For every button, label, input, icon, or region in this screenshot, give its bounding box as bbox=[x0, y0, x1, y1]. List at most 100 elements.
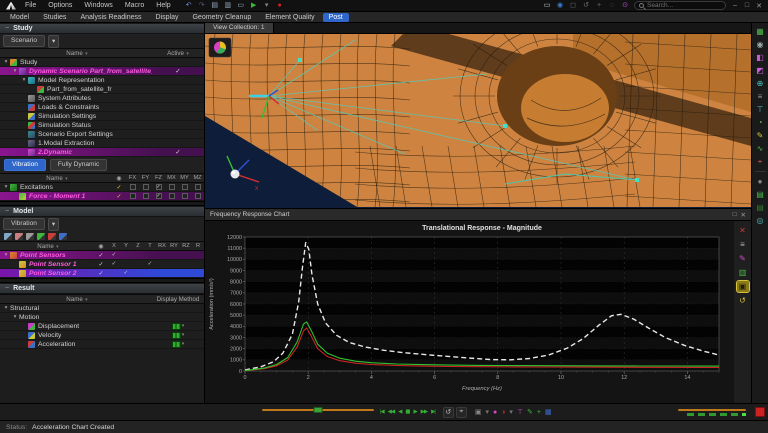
text-probe-icon[interactable]: ⊤ bbox=[517, 408, 523, 416]
excitation-row[interactable]: ▾Excitations✓✓ bbox=[0, 183, 204, 192]
dof-cell-mz[interactable] bbox=[191, 184, 204, 190]
record-icon[interactable]: ● bbox=[275, 1, 285, 10]
dof-cell-mx[interactable] bbox=[165, 193, 178, 199]
add-icon[interactable]: + bbox=[537, 409, 541, 416]
tree-row[interactable]: System Attributes bbox=[0, 94, 204, 103]
globe-icon[interactable]: ◎ bbox=[754, 215, 767, 226]
tab-model[interactable]: Model bbox=[4, 13, 35, 22]
sensor-row[interactable]: ▾Point Sensors✓✓ bbox=[0, 251, 204, 260]
pan-icon[interactable]: + bbox=[594, 1, 604, 10]
response-curve-icon[interactable]: ∿ bbox=[754, 143, 767, 154]
chart-display-icon[interactable] bbox=[172, 323, 181, 330]
filter-caret-icon[interactable]: ▾ bbox=[84, 51, 88, 57]
shade-caret-icon[interactable]: ▾ bbox=[485, 408, 489, 416]
chart-close-button[interactable]: ✕ bbox=[741, 211, 746, 219]
dof-checkbox[interactable] bbox=[182, 184, 188, 190]
tab-geometry-cleanup[interactable]: Geometry Cleanup bbox=[186, 13, 257, 22]
dof-cell-fy[interactable] bbox=[139, 193, 152, 199]
curve-list-icon[interactable]: ≡ bbox=[737, 239, 749, 250]
triad-toggle-icon[interactable]: ⌖ bbox=[456, 407, 467, 418]
tab-post[interactable]: Post bbox=[323, 13, 349, 22]
display-method-cell[interactable]: ▾ bbox=[152, 332, 204, 339]
filter-caret-icon[interactable]: ▾ bbox=[84, 297, 88, 303]
result-row[interactable]: Velocity▾ bbox=[0, 331, 204, 340]
tab-analysis-readiness[interactable]: Analysis Readiness bbox=[74, 13, 147, 22]
assistant-icon[interactable]: ⊙ bbox=[620, 1, 630, 10]
layers-icon[interactable]: ▤ bbox=[754, 189, 767, 200]
visibility-check[interactable]: ✓ bbox=[112, 193, 126, 200]
triad-icon[interactable]: ⊕ bbox=[754, 78, 767, 89]
axes-icon[interactable]: ⌖ bbox=[754, 156, 767, 167]
fully-dynamic-button[interactable]: Fully Dynamic bbox=[50, 159, 107, 171]
tree-row[interactable]: Simulation Settings bbox=[0, 112, 204, 121]
component-check-x[interactable]: ✓ bbox=[108, 261, 120, 267]
expand-caret-icon[interactable]: ▾ bbox=[20, 77, 28, 83]
sphere-icon[interactable]: ● bbox=[754, 176, 767, 187]
fit-view-icon[interactable]: ◻ bbox=[568, 1, 578, 10]
search-input[interactable] bbox=[647, 2, 717, 9]
close-button[interactable]: ✕ bbox=[754, 2, 764, 10]
active-check[interactable]: ✓ bbox=[152, 148, 204, 156]
component-check-t[interactable]: ✓ bbox=[144, 261, 156, 267]
method-caret-icon[interactable]: ▾ bbox=[182, 332, 185, 338]
dof-checkbox[interactable] bbox=[143, 193, 149, 199]
expand-caret-icon[interactable]: ▾ bbox=[2, 59, 10, 65]
add-sensor-z-icon[interactable] bbox=[59, 233, 67, 240]
tree-row[interactable]: 1.Modal Extraction bbox=[0, 139, 204, 148]
table-icon[interactable]: ▦ bbox=[545, 408, 552, 416]
filter-caret-icon[interactable]: ▾ bbox=[55, 244, 59, 250]
menu-file[interactable]: File bbox=[20, 2, 41, 9]
section-header-model[interactable]: −Model bbox=[0, 206, 204, 217]
marker-icon[interactable]: ▣ bbox=[737, 281, 749, 292]
dof-cell-my[interactable] bbox=[178, 193, 191, 199]
filter-caret-icon[interactable]: ▾ bbox=[185, 51, 189, 57]
play-button[interactable]: ▶ bbox=[413, 409, 416, 415]
expand-caret-icon[interactable]: ▾ bbox=[2, 184, 10, 190]
skip-start-button[interactable]: |◀ bbox=[380, 409, 384, 415]
dof-cell-my[interactable] bbox=[178, 184, 191, 190]
mesh-display-icon[interactable]: ▦ bbox=[754, 26, 767, 37]
expand-caret-icon[interactable]: ▾ bbox=[2, 305, 10, 311]
dropdown-scenario-button[interactable]: Scenario bbox=[3, 35, 45, 47]
dof-checkbox[interactable] bbox=[195, 193, 201, 199]
expand-caret-icon[interactable]: ▾ bbox=[11, 314, 19, 320]
compare-caret-icon[interactable]: ▾ bbox=[509, 408, 513, 416]
visibility-check[interactable]: ✓ bbox=[94, 270, 108, 277]
sensor-row[interactable]: Point Sensor 2✓✓ bbox=[0, 269, 204, 278]
chart-type-icon[interactable]: ▥ bbox=[737, 267, 749, 278]
edit-curve-icon[interactable]: ✎ bbox=[737, 253, 749, 264]
dof-cell-mz[interactable] bbox=[191, 193, 204, 199]
excitation-row[interactable]: Force - Moment 1✓✓ bbox=[0, 192, 204, 201]
undo-icon[interactable]: ↶ bbox=[184, 1, 194, 10]
tree-row[interactable]: ▾Study bbox=[0, 58, 204, 67]
menu-options[interactable]: Options bbox=[43, 2, 77, 9]
visibility-check[interactable]: ✓ bbox=[112, 184, 126, 191]
visibility-check[interactable]: ✓ bbox=[94, 261, 108, 268]
tree-row[interactable]: ▾Model Representation bbox=[0, 76, 204, 85]
dof-cell-fy[interactable] bbox=[139, 184, 152, 190]
dof-checkbox[interactable]: ✓ bbox=[156, 184, 162, 190]
play-back-button[interactable]: ◀ bbox=[398, 409, 401, 415]
import-icon[interactable]: ▥ bbox=[223, 1, 233, 10]
fit-curves-icon[interactable]: ↺ bbox=[737, 295, 749, 306]
annotate-icon[interactable]: ✎ bbox=[754, 130, 767, 141]
sphere-pair-icon[interactable]: ◩ bbox=[754, 65, 767, 76]
dof-checkbox[interactable]: ✓ bbox=[156, 193, 162, 199]
result-row[interactable]: ▾Motion bbox=[0, 313, 204, 322]
result-row[interactable]: Acceleration▾ bbox=[0, 340, 204, 349]
run-icon[interactable]: ▶ bbox=[249, 1, 259, 10]
layout-icon[interactable]: ▭ bbox=[542, 1, 552, 10]
search-box[interactable] bbox=[634, 1, 726, 10]
shade-mode-icon[interactable]: ▣ bbox=[475, 408, 482, 416]
result-row[interactable]: Displacement▾ bbox=[0, 322, 204, 331]
new-session-icon[interactable]: ▤ bbox=[210, 1, 220, 10]
remove-curve-icon[interactable]: ✕ bbox=[737, 225, 749, 236]
dropdown-vibration-caret[interactable]: ▾ bbox=[48, 218, 59, 231]
tab-studies[interactable]: Studies bbox=[37, 13, 72, 22]
dropdown-scenario-caret[interactable]: ▾ bbox=[48, 35, 59, 48]
chart-display-icon[interactable] bbox=[172, 332, 181, 339]
dof-checkbox[interactable] bbox=[169, 193, 175, 199]
vibration-button[interactable]: Vibration bbox=[4, 159, 46, 171]
section-header-study[interactable]: −Study bbox=[0, 23, 204, 34]
frequency-response-chart[interactable]: 0100020003000400050006000700080009000100… bbox=[205, 221, 734, 403]
